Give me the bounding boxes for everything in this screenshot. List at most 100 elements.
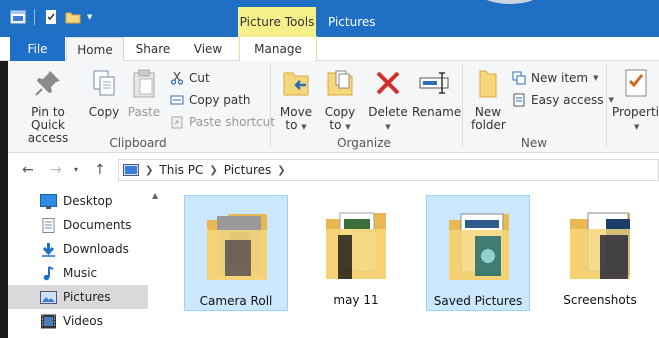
paste-shortcut-button[interactable]: Paste shortcut	[170, 113, 275, 131]
properties-button[interactable]: Properties▼	[612, 67, 659, 134]
folder-tile[interactable]: Saved Pictures	[426, 195, 530, 311]
documents-icon	[42, 217, 55, 233]
clipboard-group-label: Clipboard	[109, 136, 167, 150]
breadcrumb-pictures[interactable]: Pictures	[224, 163, 272, 177]
tab-manage[interactable]: Manage	[239, 36, 317, 61]
rename-label: Rename	[412, 105, 462, 119]
file-list: Camera Roll may 11 Saved Pictures Screen…	[166, 187, 659, 338]
copy-path-icon	[170, 95, 184, 105]
new-folder-button[interactable]: New folder	[468, 67, 508, 132]
videos-icon	[41, 314, 56, 328]
delete-button[interactable]: Delete ▼	[368, 67, 408, 134]
background-decoration	[480, 0, 540, 4]
nav-item-downloads[interactable]: Downloads	[8, 237, 148, 261]
nav-item-videos[interactable]: Videos	[8, 309, 148, 333]
paste-shortcut-label: Paste shortcut	[189, 115, 275, 129]
picture-tools-context-tab: Picture Tools	[238, 7, 316, 37]
properties-icon	[625, 69, 647, 97]
new-item-button[interactable]: New item ▼	[512, 69, 599, 87]
nav-scrollbar[interactable]: ▲	[148, 187, 166, 338]
title-bar: ▼ Picture Tools Pictures	[0, 0, 659, 37]
forward-arrow-icon[interactable]: →	[50, 162, 62, 178]
folder-name: Saved Pictures	[433, 294, 523, 308]
breadcrumb-this-pc[interactable]: This PC	[159, 163, 203, 177]
new-item-label: New item	[531, 71, 589, 85]
tab-home[interactable]: Home	[66, 37, 124, 62]
copy-to-button[interactable]: Copy to ▼	[322, 67, 358, 134]
folder-tile[interactable]: Screenshots	[548, 195, 652, 311]
back-arrow-icon[interactable]: ←	[22, 162, 34, 178]
downloads-icon	[42, 242, 55, 257]
pin-to-quick-access-button[interactable]: Pin to Quick access	[14, 67, 82, 145]
tab-share[interactable]: Share	[128, 37, 178, 61]
up-arrow-icon[interactable]: ↑	[94, 162, 106, 178]
folder-thumbnail-icon	[207, 214, 267, 280]
easy-access-icon	[513, 93, 525, 107]
copy-to-label: Copy to ▼	[324, 105, 356, 132]
address-bar[interactable]: ❯ This PC ❯ Pictures ❯	[118, 159, 659, 181]
delete-label: Delete ▼	[368, 105, 408, 132]
group-divider	[270, 65, 271, 147]
copy-to-icon	[327, 70, 353, 96]
scroll-up-arrow-icon[interactable]: ▲	[152, 191, 158, 200]
folder-thumbnail-icon	[570, 212, 630, 279]
move-to-label: Move to ▼	[279, 105, 313, 132]
nav-label: Desktop	[63, 194, 113, 208]
organize-group-label: Organize	[337, 136, 391, 150]
easy-access-button[interactable]: Easy access ▼	[512, 91, 614, 109]
copy-path-label: Copy path	[189, 93, 251, 107]
nav-label: Videos	[63, 314, 103, 328]
copy-path-button[interactable]: Copy path	[170, 91, 251, 109]
music-note-icon	[43, 265, 54, 280]
nav-label: Downloads	[63, 242, 129, 256]
quick-access-toolbar: ▼	[10, 9, 92, 25]
tab-file[interactable]: File	[10, 37, 65, 61]
properties-check-icon[interactable]	[43, 9, 59, 25]
pin-icon	[35, 71, 60, 96]
qat-customize-icon[interactable]: ▼	[87, 13, 92, 21]
nav-item-pictures[interactable]: Pictures	[8, 285, 148, 309]
this-pc-icon	[123, 164, 139, 176]
group-divider	[606, 65, 607, 147]
cut-button[interactable]: Cut	[170, 69, 210, 87]
breadcrumb-chevron-icon[interactable]: ❯	[209, 165, 217, 176]
group-divider	[462, 65, 463, 147]
folder-tile[interactable]: may 11	[304, 195, 408, 311]
tab-view[interactable]: View	[184, 37, 232, 61]
folder-thumbnail-icon	[326, 212, 386, 279]
new-item-caret-icon: ▼	[593, 74, 599, 82]
pictures-icon	[40, 290, 57, 304]
paste-icon	[133, 69, 155, 98]
nav-item-documents[interactable]: Documents	[8, 213, 148, 237]
new-item-icon	[512, 71, 526, 85]
nav-item-desktop[interactable]: Desktop	[8, 189, 148, 213]
cut-label: Cut	[189, 71, 210, 85]
toolbar-divider	[34, 9, 35, 25]
breadcrumb-chevron-icon[interactable]: ❯	[277, 165, 285, 176]
nav-label: Music	[63, 266, 98, 280]
breadcrumb-chevron-icon[interactable]: ❯	[145, 165, 153, 176]
move-to-icon	[283, 72, 309, 96]
new-folder-label: New folder	[471, 105, 506, 132]
folder-tile[interactable]: Camera Roll	[184, 195, 288, 311]
copy-icon	[93, 70, 115, 96]
paste-shortcut-icon	[171, 116, 183, 129]
recent-locations-chevron-icon[interactable]: ▾	[74, 165, 78, 174]
nav-item-music[interactable]: Music	[8, 261, 148, 285]
rename-icon	[419, 72, 449, 94]
ribbon-tabs: File Home Share View Manage	[0, 36, 659, 62]
move-to-button[interactable]: Move to ▼	[278, 67, 314, 134]
folder-thumbnail-icon	[449, 213, 509, 280]
scissors-icon	[170, 71, 184, 85]
rename-button[interactable]: Rename	[412, 67, 462, 119]
copy-button[interactable]: Copy	[86, 67, 122, 119]
desktop-icon	[40, 193, 57, 209]
new-group-label: New	[520, 136, 548, 150]
delete-x-icon	[376, 71, 400, 95]
explorer-window-icon[interactable]	[10, 9, 26, 25]
navigation-bar: ← → ▾ ↑ ❯ This PC ❯ Pictures ❯	[8, 153, 659, 187]
navigation-pane: Desktop Documents Downloads Music Pictur…	[8, 187, 166, 338]
new-folder-qat-icon[interactable]	[65, 9, 81, 25]
properties-label: Properties▼	[612, 105, 659, 132]
paste-button[interactable]: Paste	[126, 67, 162, 119]
